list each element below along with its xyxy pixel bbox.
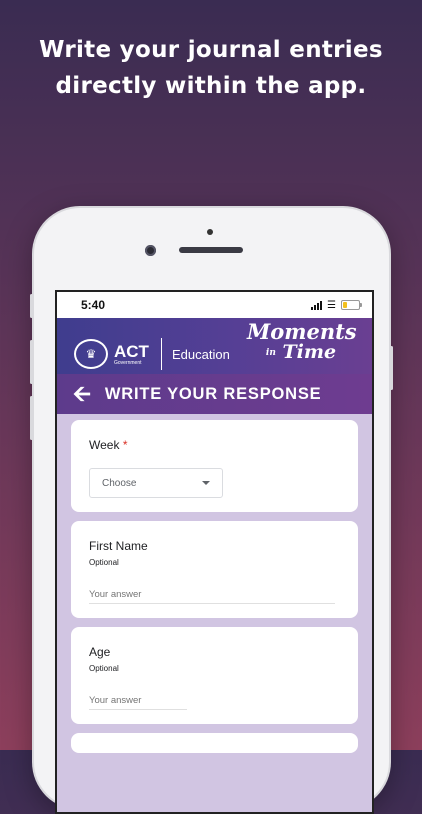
phone-screen: 5:40 ☰ ♛ ACT Government Education Moment… xyxy=(55,290,374,814)
week-select[interactable]: Choose xyxy=(89,468,223,498)
earpiece-speaker xyxy=(179,247,243,253)
battery-level xyxy=(343,302,347,308)
app-header: ♛ ACT Government Education Moments in Ti… xyxy=(57,318,372,374)
front-camera xyxy=(145,245,156,256)
headline-line-2: directly within the app. xyxy=(55,73,367,99)
age-help: Optional xyxy=(89,664,119,673)
brand-line-2: in Time xyxy=(247,342,355,363)
status-bar: 5:40 ☰ xyxy=(57,292,372,318)
page-title: WRITE YOUR RESPONSE xyxy=(104,384,322,403)
week-select-value: Choose xyxy=(102,477,137,489)
first-name-label: First Name xyxy=(89,539,148,553)
act-government-logo: ACT Government xyxy=(114,343,149,366)
status-time: 5:40 xyxy=(81,298,106,312)
chevron-down-icon xyxy=(202,481,210,485)
brand-in: in xyxy=(265,348,276,358)
moments-in-time-logo: Moments in Time xyxy=(247,319,357,374)
week-label: Week * xyxy=(89,438,340,452)
week-question-card: Week * Choose xyxy=(71,420,358,512)
phone-sensor xyxy=(207,229,213,235)
phone-side-button xyxy=(30,294,33,318)
phone-power-button xyxy=(390,346,393,390)
act-logo-text: ACT xyxy=(114,342,149,361)
headline-line-1: Write your journal entries xyxy=(39,37,383,63)
cellular-signal-icon xyxy=(311,300,323,310)
wifi-icon: ☰ xyxy=(327,299,336,311)
first-name-question-card: First Name Optional xyxy=(71,521,358,618)
required-mark: * xyxy=(122,438,128,452)
act-government-seal-icon: ♛ xyxy=(74,339,108,369)
age-question-card: Age Optional xyxy=(71,627,358,724)
next-question-card xyxy=(71,733,358,753)
phone-volume-down xyxy=(30,396,33,440)
brand-line-1: Moments xyxy=(247,319,357,344)
arrow-left-icon[interactable]: 🡨 xyxy=(73,383,91,405)
status-icons: ☰ xyxy=(311,299,362,311)
marketing-headline: Write your journal entries directly with… xyxy=(0,32,422,104)
week-label-text: Week xyxy=(89,438,120,452)
form-area: Week * Choose First Name Optional Age Op… xyxy=(57,414,372,812)
department-name: Education xyxy=(172,347,230,362)
first-name-help: Optional xyxy=(89,558,119,567)
brand-time: Time xyxy=(282,341,337,363)
age-label: Age xyxy=(89,645,111,659)
phone-frame: 5:40 ☰ ♛ ACT Government Education Moment… xyxy=(30,208,393,814)
title-bar: 🡨 WRITE YOUR RESPONSE xyxy=(57,374,372,414)
header-divider xyxy=(161,338,162,370)
battery-icon xyxy=(341,300,362,310)
first-name-input[interactable] xyxy=(89,589,335,604)
age-input[interactable] xyxy=(89,695,187,710)
phone-volume-up xyxy=(30,340,33,384)
